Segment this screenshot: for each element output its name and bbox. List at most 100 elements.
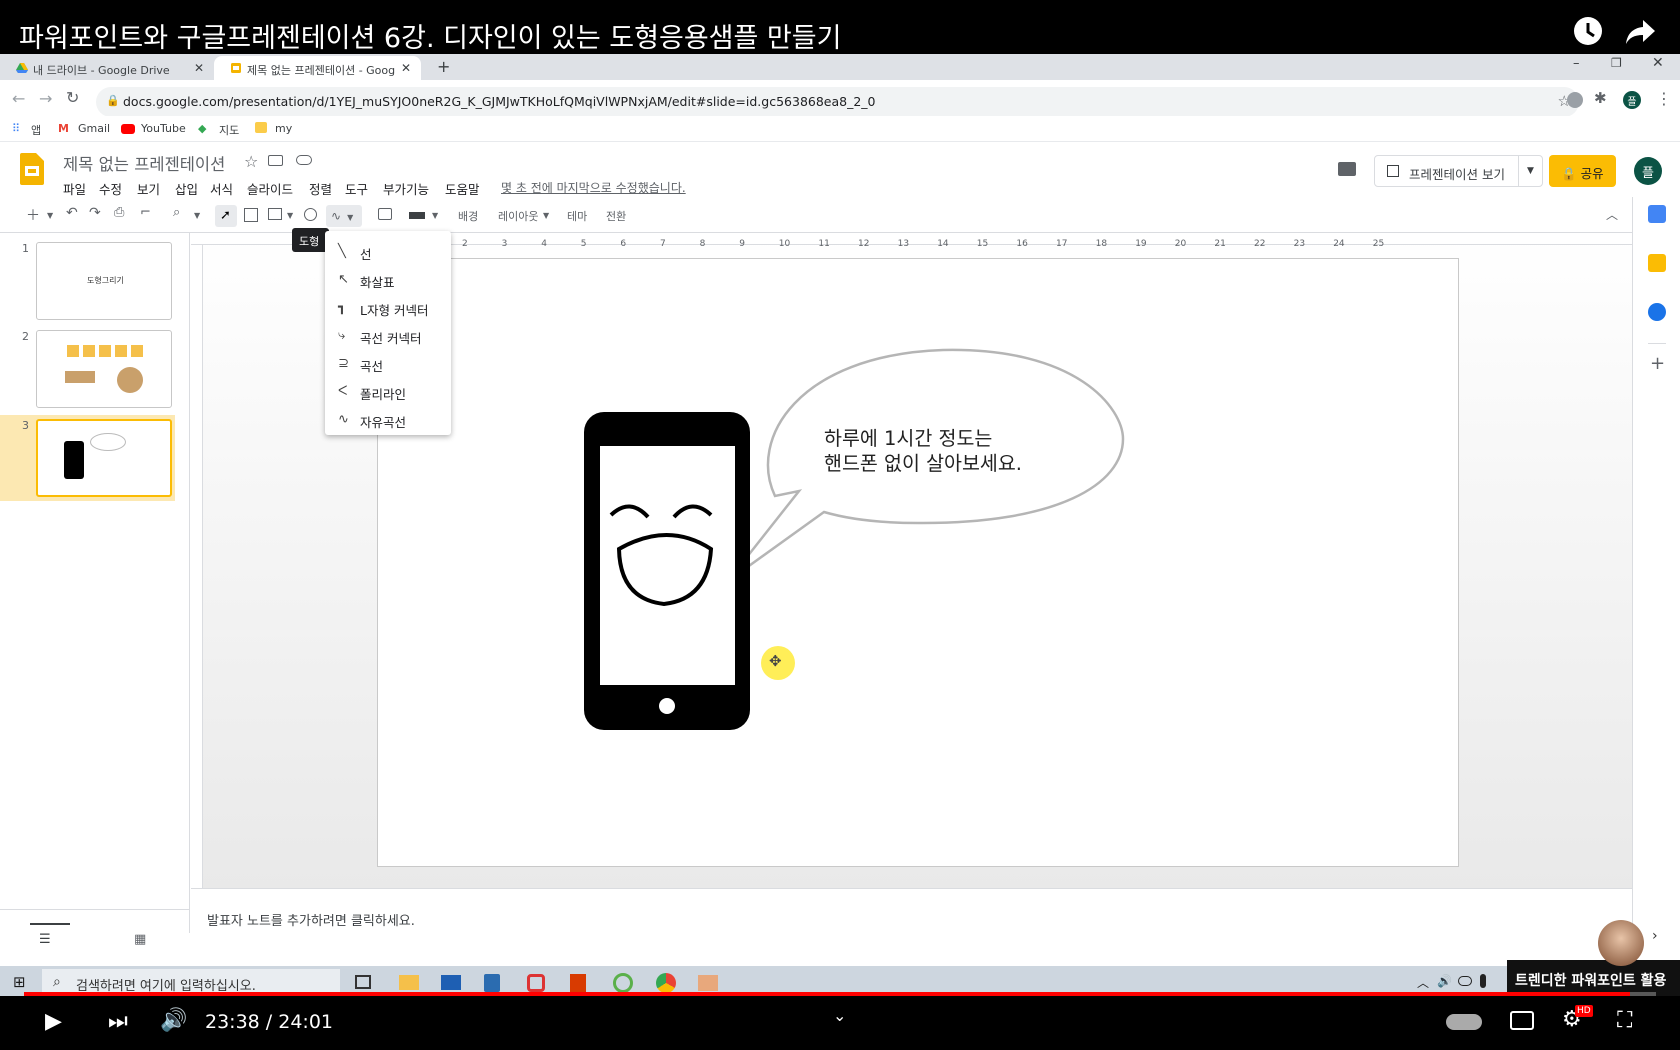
new-slide-icon[interactable]: ＋: [26, 205, 40, 225]
menu-edit[interactable]: 수정: [99, 179, 122, 198]
undo-icon[interactable]: ↶: [66, 205, 78, 221]
menu-tools[interactable]: 도구: [345, 179, 368, 198]
sync-app-icon[interactable]: [527, 974, 545, 992]
chevron-down-icon[interactable]: ▼: [194, 211, 200, 220]
filmstrip-view-icon[interactable]: ☰: [39, 932, 51, 947]
kebab-menu-icon[interactable]: ⋮: [1656, 89, 1672, 108]
user-avatar[interactable]: 플: [1634, 157, 1662, 185]
menu-slide[interactable]: 슬라이드: [247, 179, 293, 198]
select-icon[interactable]: ➚: [215, 205, 237, 227]
autoplay-toggle[interactable]: [1446, 1014, 1482, 1030]
collapse-toolbar-icon[interactable]: ︿: [1606, 206, 1618, 223]
reload-icon[interactable]: ↻: [66, 88, 79, 107]
chevron-right-icon[interactable]: ›: [1652, 928, 1658, 944]
menu-addons[interactable]: 부가기능: [383, 179, 429, 198]
layout-button[interactable]: 레이아웃: [498, 208, 538, 224]
menu-item-line[interactable]: ╲ 선: [325, 237, 451, 265]
slide-thumbnail-1[interactable]: 도형그리기: [36, 242, 172, 320]
menu-item-elbow-connector[interactable]: ┓ L자형 커넥터: [325, 293, 451, 321]
textbox-icon[interactable]: [244, 208, 258, 222]
back-icon[interactable]: ←: [12, 89, 25, 108]
menu-help[interactable]: 도움말: [445, 179, 480, 198]
share-icon[interactable]: [1624, 14, 1658, 48]
document-title[interactable]: 제목 없는 프레젠테이션: [63, 151, 225, 175]
chevron-down-icon[interactable]: ⌄: [833, 1006, 846, 1025]
menu-item-curved-connector[interactable]: ⤷ 곡선 커넥터: [325, 321, 451, 349]
menu-item-curve[interactable]: ⊇ 곡선: [325, 349, 451, 377]
puzzle-icon[interactable]: ✱: [1594, 89, 1607, 107]
image-icon[interactable]: [268, 208, 282, 220]
close-icon[interactable]: ✕: [401, 61, 411, 75]
slide-thumbnail-2[interactable]: [36, 330, 172, 408]
present-button[interactable]: 프레젠테이션 보기 ▼: [1374, 155, 1543, 187]
windows-start-icon[interactable]: ⊞: [13, 973, 26, 991]
star-icon[interactable]: ☆: [244, 152, 258, 171]
onedrive-icon[interactable]: [1458, 976, 1472, 986]
google-slides-logo[interactable]: [20, 153, 44, 185]
minimize-icon[interactable]: –: [1573, 56, 1580, 71]
comment-add-icon[interactable]: [378, 208, 392, 220]
tray-chevron-icon[interactable]: ︿: [1417, 974, 1429, 991]
transition-button[interactable]: 전환: [606, 208, 626, 224]
chevron-down-icon[interactable]: ▼: [1518, 156, 1542, 186]
speaker-notes[interactable]: 발표자 노트를 추가하려면 클릭하세요.: [191, 888, 1632, 963]
slide-thumbnail-3[interactable]: [36, 419, 172, 497]
menu-view[interactable]: 보기: [137, 179, 160, 198]
print-icon[interactable]: ⎙: [114, 205, 124, 220]
volume-icon[interactable]: 🔊: [160, 1008, 187, 1033]
play-icon[interactable]: ▶: [45, 1009, 62, 1034]
restore-icon[interactable]: ❐: [1611, 56, 1622, 70]
extension-icon[interactable]: [1567, 92, 1583, 108]
microphone-icon[interactable]: [1480, 974, 1486, 988]
watch-later-icon[interactable]: [1571, 14, 1605, 48]
bookmark-gmail[interactable]: Gmail: [78, 122, 110, 135]
bookmark-youtube[interactable]: YouTube: [141, 122, 186, 135]
menu-insert[interactable]: 삽입: [175, 179, 198, 198]
last-edit-link[interactable]: 몇 초 전에 마지막으로 수정했습니다.: [501, 179, 686, 196]
move-folder-icon[interactable]: [268, 155, 283, 166]
chevron-down-icon[interactable]: ▼: [47, 211, 53, 220]
bookmark-my[interactable]: my: [275, 122, 292, 135]
tasks-icon[interactable]: [1648, 303, 1666, 321]
background-button[interactable]: 배경: [458, 208, 478, 224]
window-close-icon[interactable]: ✕: [1652, 55, 1664, 71]
menu-item-scribble[interactable]: ∿ 자유곡선: [325, 405, 451, 433]
comments-icon[interactable]: [1338, 162, 1356, 176]
tab-google-drive[interactable]: 내 드라이브 - Google Drive ✕: [0, 56, 214, 80]
slide[interactable]: 하루에 1시간 정도는 핸드폰 없이 살아보세요.: [377, 258, 1459, 867]
shape-icon[interactable]: [304, 208, 317, 221]
channel-avatar[interactable]: [1598, 920, 1644, 966]
next-icon[interactable]: ⏭: [108, 1009, 128, 1034]
add-addon-icon[interactable]: +: [1650, 353, 1665, 374]
calendar-icon[interactable]: [1648, 205, 1666, 223]
close-icon[interactable]: ✕: [194, 61, 204, 75]
chevron-down-icon[interactable]: ▼: [287, 211, 293, 220]
new-tab-icon[interactable]: +: [437, 57, 450, 76]
chrome-icon[interactable]: [656, 973, 676, 993]
internet-explorer-icon[interactable]: [613, 973, 633, 993]
zoom-icon[interactable]: ⌕: [173, 205, 180, 220]
chevron-down-icon[interactable]: ▼: [432, 211, 438, 220]
line-tool-button[interactable]: ∿ ▼: [326, 205, 362, 227]
mail-icon[interactable]: [441, 975, 461, 990]
file-explorer-icon[interactable]: [399, 975, 419, 990]
bubble-text[interactable]: 하루에 1시간 정도는 핸드폰 없이 살아보세요.: [824, 426, 1022, 476]
volume-tray-icon[interactable]: 🔊: [1437, 974, 1452, 988]
keep-icon[interactable]: [1648, 254, 1666, 272]
bookmark-apps[interactable]: 앱: [31, 122, 41, 138]
profile-avatar[interactable]: 플: [1623, 91, 1641, 109]
task-view-icon[interactable]: [355, 975, 371, 989]
recorder-app-icon[interactable]: [698, 975, 718, 991]
menu-file[interactable]: 파일: [63, 179, 86, 198]
menu-format[interactable]: 서식: [210, 179, 233, 198]
subtitles-icon[interactable]: [1510, 1011, 1534, 1030]
menu-item-arrow[interactable]: ↖ 화살표: [325, 265, 451, 293]
forward-icon[interactable]: →: [39, 89, 52, 108]
security-app-icon[interactable]: [484, 974, 500, 992]
url-field[interactable]: 🔒 docs.google.com/presentation/d/1YEJ_mu…: [96, 87, 1579, 117]
bookmark-maps[interactable]: 지도: [219, 122, 239, 138]
paint-format-icon[interactable]: ⌐: [140, 205, 151, 220]
redo-icon[interactable]: ↷: [89, 205, 101, 221]
tab-presentation[interactable]: 제목 없는 프레젠테이션 - Goog ✕: [214, 56, 421, 80]
exit-fullscreen-icon[interactable]: ⛶: [1617, 1008, 1632, 1033]
